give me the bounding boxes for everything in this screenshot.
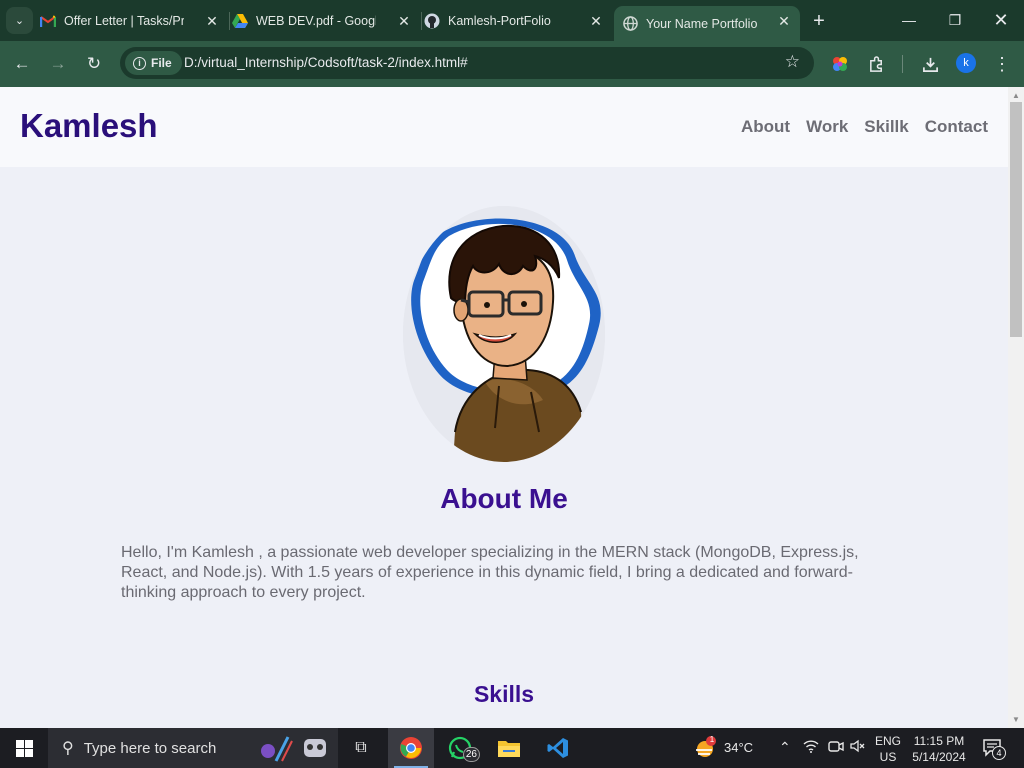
tab-web-dev-pdf[interactable]: WEB DEV.pdf - Google ✕ bbox=[232, 6, 420, 36]
clock[interactable]: 11:15 PM 5/14/2024 bbox=[906, 733, 972, 765]
weather-alert-badge: 1 bbox=[709, 735, 715, 744]
vscode-icon bbox=[547, 738, 568, 758]
minimize-button[interactable]: — bbox=[886, 8, 932, 32]
close-icon[interactable]: ✕ bbox=[776, 13, 792, 29]
tab-divider bbox=[421, 12, 422, 30]
google-drive-icon bbox=[232, 13, 248, 29]
color-extension-icon[interactable] bbox=[827, 51, 853, 77]
address-bar[interactable]: i File D:/virtual_Internship/Codsoft/tas… bbox=[120, 47, 814, 79]
minimize-icon: — bbox=[902, 12, 916, 28]
tab-search-button[interactable]: ⌄ bbox=[6, 7, 33, 34]
tab-title: WEB DEV.pdf - Google bbox=[256, 14, 376, 28]
restore-icon: ❐ bbox=[948, 11, 962, 28]
arrow-right-icon: → bbox=[49, 54, 67, 73]
nav-about[interactable]: About bbox=[741, 117, 790, 137]
url-text[interactable]: D:/virtual_Internship/Codsoft/task-2/ind… bbox=[184, 55, 468, 70]
clock-time: 11:15 PM bbox=[913, 734, 965, 748]
bookmark-star-icon[interactable]: ☆ bbox=[785, 52, 800, 72]
page-scrollbar[interactable]: ▲ ▼ bbox=[1008, 87, 1024, 728]
profile-portrait bbox=[403, 206, 605, 462]
tab-title: Kamlesh-PortFolio bbox=[448, 14, 551, 28]
browser-tab-strip: ⌄ Offer Letter | Tasks/Pro ✕ WEB DEV.pdf… bbox=[0, 0, 1024, 41]
about-paragraph: Hello, I'm Kamlesh , a passionate web de… bbox=[121, 544, 859, 601]
taskbar-vscode[interactable] bbox=[535, 728, 581, 768]
notification-icon[interactable]: 4 bbox=[982, 737, 1006, 760]
taskbar-whatsapp[interactable]: 26 bbox=[437, 728, 483, 768]
wifi-icon[interactable] bbox=[803, 739, 819, 756]
close-window-button[interactable]: ✕ bbox=[978, 8, 1024, 32]
tab-kamlesh-portfolio[interactable]: Kamlesh-PortFolio ✕ bbox=[424, 6, 612, 36]
tab-title: Your Name Portfolio bbox=[646, 16, 758, 31]
weather-icon[interactable]: 1 bbox=[694, 735, 720, 763]
download-icon[interactable] bbox=[917, 51, 943, 77]
forward-button[interactable]: → bbox=[45, 51, 71, 77]
page-viewport: Kamlesh About Work Skillk Contact About … bbox=[0, 87, 1008, 728]
chrome-icon bbox=[400, 737, 422, 759]
nav-contact[interactable]: Contact bbox=[925, 117, 988, 137]
restore-button[interactable]: ❐ bbox=[932, 8, 978, 32]
nav-skills[interactable]: Skillk bbox=[864, 117, 908, 137]
profile-avatar[interactable]: k bbox=[956, 53, 976, 73]
about-heading: About Me bbox=[440, 483, 568, 514]
search-placeholder: Type here to search bbox=[83, 739, 217, 757]
extensions-puzzle-icon[interactable] bbox=[863, 51, 889, 77]
scroll-up-arrow-icon[interactable]: ▲ bbox=[1011, 90, 1021, 100]
clock-date: 5/14/2024 bbox=[912, 750, 966, 764]
language-code: ENG bbox=[874, 734, 901, 748]
language-indicator[interactable]: ENG US bbox=[872, 733, 904, 765]
site-nav: About Work Skillk Contact bbox=[741, 117, 988, 137]
windows-logo-icon bbox=[15, 739, 33, 757]
temperature-label[interactable]: 34°C bbox=[724, 740, 753, 755]
tab-title: Offer Letter | Tasks/Pro bbox=[64, 14, 184, 28]
more-menu-icon[interactable]: ⋮ bbox=[989, 51, 1015, 77]
plus-icon: + bbox=[813, 9, 825, 32]
close-icon[interactable]: ✕ bbox=[396, 13, 412, 29]
toolbar-divider bbox=[902, 55, 903, 73]
site-info-label: File bbox=[151, 56, 172, 70]
close-icon[interactable]: ✕ bbox=[204, 13, 220, 29]
new-tab-button[interactable]: + bbox=[808, 10, 830, 32]
chevron-down-icon: ⌄ bbox=[14, 15, 25, 27]
search-highlight-art-icon bbox=[254, 733, 334, 767]
region-code: US bbox=[879, 750, 897, 764]
site-header: Kamlesh About Work Skillk Contact bbox=[0, 87, 1008, 167]
github-icon bbox=[424, 13, 440, 29]
info-icon: i bbox=[133, 56, 146, 70]
arrow-left-icon: ← bbox=[13, 54, 31, 73]
taskbar-file-explorer[interactable] bbox=[486, 728, 532, 768]
site-logo[interactable]: Kamlesh bbox=[20, 107, 158, 145]
task-view-button[interactable]: ⧉ bbox=[338, 728, 384, 768]
close-icon[interactable]: ✕ bbox=[588, 13, 604, 29]
volume-muted-icon[interactable] bbox=[850, 739, 866, 756]
taskbar-search[interactable]: ⚲ Type here to search bbox=[48, 728, 338, 768]
taskbar-chrome[interactable] bbox=[388, 728, 434, 768]
gmail-icon bbox=[40, 13, 56, 29]
chevron-up-icon[interactable]: ⌃ bbox=[779, 739, 791, 756]
back-button[interactable]: ← bbox=[9, 51, 35, 77]
reload-button[interactable]: ↻ bbox=[81, 51, 107, 77]
reload-icon: ↻ bbox=[86, 54, 102, 73]
browser-toolbar: ← → ↻ i File D:/virtual_Internship/Codso… bbox=[0, 41, 1024, 87]
globe-icon bbox=[622, 16, 638, 32]
nav-work[interactable]: Work bbox=[806, 117, 848, 137]
tab-your-name-portfolio[interactable]: Your Name Portfolio ✕ bbox=[614, 6, 800, 41]
task-view-icon: ⧉ bbox=[355, 739, 367, 756]
skills-heading: Skills bbox=[473, 681, 535, 707]
camera-icon[interactable] bbox=[828, 739, 844, 756]
start-button[interactable] bbox=[0, 728, 48, 768]
site-info-chip[interactable]: i File bbox=[125, 51, 182, 75]
close-icon: ✕ bbox=[993, 9, 1009, 30]
search-icon: ⚲ bbox=[62, 740, 74, 757]
notification-count: 4 bbox=[992, 746, 1006, 760]
folder-icon bbox=[498, 741, 520, 757]
scroll-thumb[interactable] bbox=[1010, 102, 1022, 337]
scroll-down-arrow-icon[interactable]: ▼ bbox=[1011, 714, 1021, 724]
whatsapp-badge: 26 bbox=[462, 747, 480, 762]
tab-divider bbox=[229, 12, 230, 30]
tab-offer-letter[interactable]: Offer Letter | Tasks/Pro ✕ bbox=[40, 6, 228, 36]
windows-taskbar: ⚲ Type here to search ⧉ 26 1 34°C ⌃ ENG … bbox=[0, 728, 1024, 768]
